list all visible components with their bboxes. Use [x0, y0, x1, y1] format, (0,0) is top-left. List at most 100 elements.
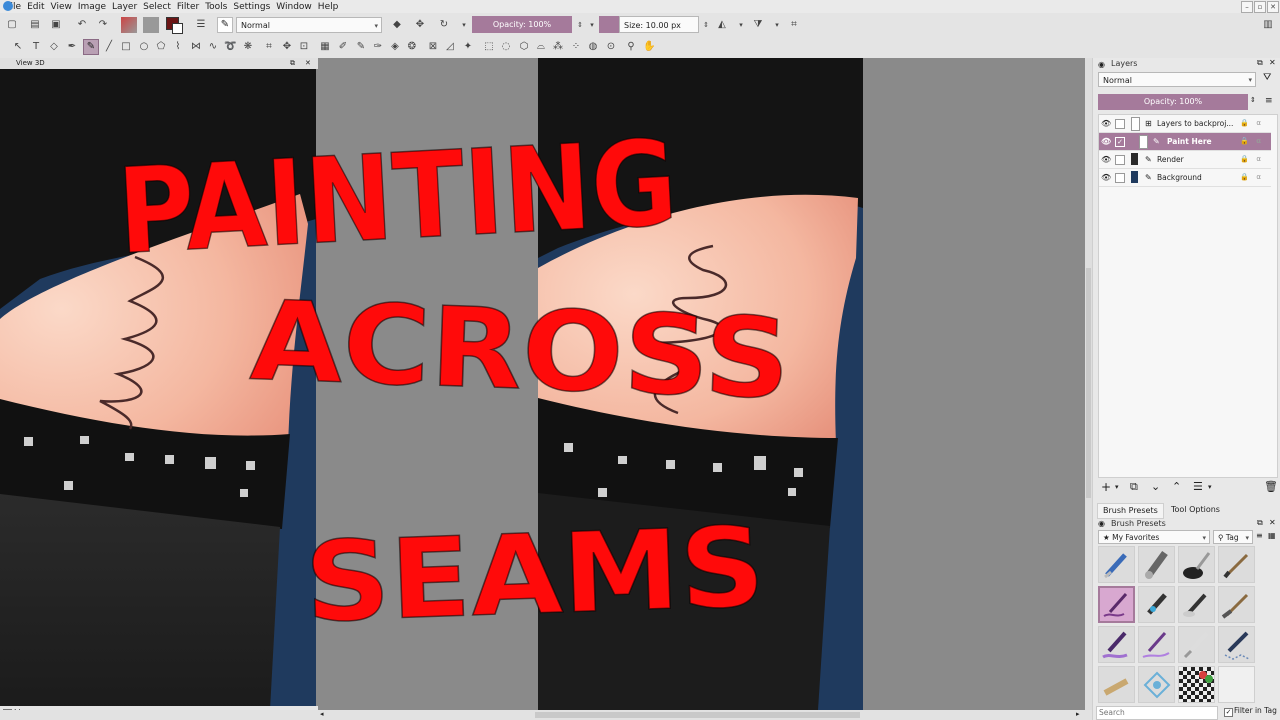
menu-layer[interactable]: Layer [112, 2, 137, 12]
mirror-horizontal-icon[interactable]: ◭ [716, 19, 728, 31]
tab-tool-options[interactable]: Tool Options [1166, 503, 1225, 517]
colorize-mask-icon[interactable]: ✑ [372, 41, 384, 53]
menu-tools[interactable]: Tools [205, 2, 227, 12]
calligraphy-icon[interactable]: ✒ [66, 41, 78, 53]
mirror-vertical-icon[interactable]: ⧩ [752, 19, 764, 31]
reference-images-icon[interactable]: ✦ [462, 41, 474, 53]
chevron-down-icon[interactable]: ▾ [586, 19, 598, 31]
pattern-icon[interactable] [143, 17, 159, 33]
opacity-slider[interactable]: Opacity: 100% [472, 16, 572, 33]
lock-icon[interactable]: 🔒 [1240, 169, 1249, 186]
select-shapes-icon[interactable]: ↖ [12, 41, 24, 53]
brush-preset-selected[interactable] [1098, 586, 1135, 623]
move-up-icon[interactable]: ⌃ [1172, 480, 1181, 493]
freehand-select-icon[interactable]: ⌓ [535, 41, 547, 53]
background-color-icon[interactable] [172, 23, 183, 34]
redo-icon[interactable]: ↷ [97, 19, 109, 31]
alpha-lock-icon[interactable]: ✥ [414, 19, 426, 31]
new-document-icon[interactable]: ▢ [6, 19, 18, 31]
layer-checkbox[interactable] [1115, 155, 1125, 165]
eye-icon[interactable]: 👁 [1101, 151, 1111, 168]
layer-checkbox[interactable]: ✓ [1115, 137, 1125, 147]
favorites-select[interactable]: ★ My Favorites ▾ [1098, 530, 1210, 544]
brush-preset[interactable] [1218, 546, 1255, 583]
save-icon[interactable]: ▣ [50, 19, 62, 31]
line-tool-icon[interactable]: ╱ [103, 41, 115, 53]
float-icon[interactable]: ⧉ [1257, 518, 1263, 528]
brush-preset[interactable] [1178, 626, 1215, 663]
layer-opacity-slider[interactable]: Opacity: 100% [1098, 94, 1248, 110]
grid-view-icon[interactable]: ▦ [1268, 531, 1276, 540]
lock-icon[interactable]: 🔒 [1240, 151, 1249, 168]
canvas-area[interactable]: View 3D ⧉ ✕ PAINTING ACROSS SEAMS [0, 58, 1085, 710]
layer-blend-mode-select[interactable]: Normal ▾ [1098, 72, 1256, 87]
alpha-icon[interactable]: α [1256, 169, 1261, 186]
add-layer-icon[interactable]: + [1101, 480, 1111, 494]
text-tool-icon[interactable]: T [30, 41, 42, 53]
move-tool-icon[interactable]: ✥ [281, 41, 293, 53]
dynamic-brush-icon[interactable]: ➰ [224, 41, 236, 53]
color-picker-icon[interactable]: ✐ [337, 41, 349, 53]
layer-row[interactable]: 👁 ✎ Render 🔒 α [1099, 151, 1271, 169]
scroll-right-icon[interactable]: ▸ [1076, 710, 1080, 718]
edit-shapes-icon[interactable]: ◇ [48, 41, 60, 53]
close-icon[interactable]: ✕ [1269, 58, 1276, 67]
ellipse-select-icon[interactable]: ◌ [500, 41, 512, 53]
chevron-down-icon[interactable]: ▾ [1208, 483, 1212, 491]
brush-preset[interactable] [1098, 626, 1135, 663]
magnetic-select-icon[interactable]: ⊙ [605, 41, 617, 53]
chevron-down-icon[interactable]: ▾ [1115, 483, 1119, 491]
layer-properties-icon[interactable]: ☰ [1193, 480, 1203, 493]
brush-preset[interactable] [1098, 666, 1135, 703]
filter-icon[interactable]: ⛛ [1263, 72, 1271, 83]
close-icon[interactable]: ✕ [1267, 1, 1279, 13]
freehand-path-icon[interactable]: ∿ [207, 41, 219, 53]
reload-icon[interactable]: ↻ [438, 19, 450, 31]
tab-brush-presets[interactable]: Brush Presets [1097, 503, 1164, 519]
tag-select[interactable]: ⚲ Tag ▾ [1213, 530, 1253, 544]
layer-row[interactable]: 👁 ⊞ Layers to backproj... 🔒 α [1099, 115, 1271, 133]
polygon-tool-icon[interactable]: ⬠ [155, 41, 167, 53]
menu-edit[interactable]: Edit [27, 2, 44, 12]
brush-preset[interactable] [1178, 546, 1215, 583]
brush-preset[interactable] [1218, 626, 1255, 663]
minimize-icon[interactable]: – [1241, 1, 1253, 13]
eraser-icon[interactable]: ◆ [391, 19, 403, 31]
list-view-icon[interactable]: ≡ [1256, 531, 1263, 540]
bezier-tool-icon[interactable]: ⋈ [190, 41, 202, 53]
menu-icon[interactable]: ≡ [1265, 96, 1273, 106]
brush-preset-icon[interactable]: ✎ [217, 17, 233, 33]
contiguous-select-icon[interactable]: ⁂ [552, 41, 564, 53]
scroll-thumb[interactable] [1086, 268, 1091, 498]
move-down-icon[interactable]: ⌄ [1151, 480, 1160, 493]
scroll-left-icon[interactable]: ◂ [320, 710, 324, 718]
duplicate-layer-icon[interactable]: ⧉ [1130, 480, 1138, 494]
brush-preset[interactable] [1178, 586, 1215, 623]
alpha-icon[interactable]: α [1256, 115, 1261, 132]
fill-tool-icon[interactable]: ◈ [389, 41, 401, 53]
eye-icon[interactable]: 👁 [1101, 169, 1111, 186]
bezier-select-icon[interactable]: ◍ [587, 41, 599, 53]
menu-help[interactable]: Help [318, 2, 339, 12]
brush-search-input[interactable] [1097, 707, 1215, 717]
open-icon[interactable]: ▤ [29, 19, 41, 31]
chevron-down-icon[interactable]: ▾ [458, 19, 470, 31]
zoom-icon[interactable]: ⚲ [625, 41, 637, 53]
menu-filter[interactable]: Filter [177, 2, 199, 12]
layer-row[interactable]: 👁 ✎ Background 🔒 α [1099, 169, 1271, 187]
brush-preset[interactable] [1178, 666, 1215, 703]
restore-icon[interactable]: ▫ [1254, 1, 1266, 13]
spin-arrows-icon[interactable]: ⇕ [700, 19, 712, 31]
vertical-scrollbar[interactable] [1085, 58, 1092, 710]
brush-settings-icon[interactable]: ☰ [195, 19, 207, 31]
smart-patch-icon[interactable]: ✎ [355, 41, 367, 53]
alpha-icon[interactable]: α [1256, 133, 1261, 150]
layer-checkbox[interactable] [1115, 173, 1125, 183]
lock-icon[interactable]: 🔒 [1240, 133, 1249, 150]
chevron-down-icon[interactable]: ▾ [735, 19, 747, 31]
float-icon[interactable]: ⧉ [1257, 58, 1263, 68]
crop-tool-icon[interactable]: ⌗ [263, 41, 275, 53]
sidebar-toggle-icon[interactable]: ▥ [1262, 19, 1274, 31]
undo-icon[interactable]: ↶ [76, 19, 88, 31]
assistant-tool-icon[interactable]: ⊠ [427, 41, 439, 53]
